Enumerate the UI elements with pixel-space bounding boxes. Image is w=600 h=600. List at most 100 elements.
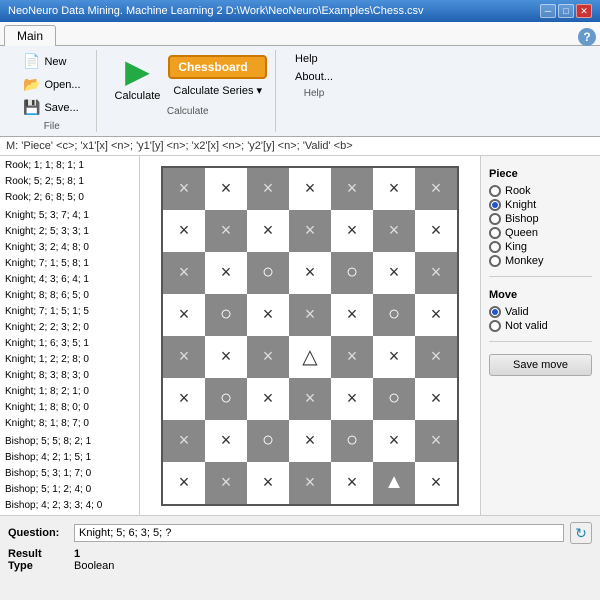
board-cell[interactable]: × <box>163 210 205 252</box>
piece-option-king[interactable]: King <box>489 240 592 254</box>
board-cell[interactable]: × <box>247 462 289 504</box>
board-cell[interactable]: × <box>205 168 247 210</box>
piece-option-bishop[interactable]: Bishop <box>489 212 592 226</box>
calculate-series-button[interactable]: Calculate Series ▾ <box>168 81 267 100</box>
chessboard-button[interactable]: Chessboard <box>168 55 267 79</box>
list-item[interactable]: Knight; 1; 2; 2; 8; 0 <box>2 352 137 368</box>
board-cell[interactable]: △ <box>289 336 331 378</box>
board-cell[interactable]: × <box>331 336 373 378</box>
board-cell[interactable]: ○ <box>247 420 289 462</box>
list-item[interactable]: Knight; 8; 3; 8; 3; 0 <box>2 368 137 384</box>
board-cell[interactable]: × <box>415 294 457 336</box>
question-input[interactable] <box>74 524 564 542</box>
piece-option-rook[interactable]: Rook <box>489 184 592 198</box>
list-item[interactable]: Knight; 8; 1; 8; 7; 0 <box>2 416 137 432</box>
board-cell[interactable]: ○ <box>331 252 373 294</box>
board-cell[interactable]: × <box>373 420 415 462</box>
list-item[interactable]: Bishop; 5; 3; 1; 7; 0 <box>2 466 137 482</box>
list-item[interactable]: Knight; 2; 2; 3; 2; 0 <box>2 320 137 336</box>
board-cell[interactable]: × <box>289 294 331 336</box>
list-item[interactable]: Bishop; 4; 2; 3; 3; 4; 0 <box>2 498 137 514</box>
help-icon[interactable]: ? <box>578 28 596 46</box>
piece-option-monkey[interactable]: Monkey <box>489 254 592 268</box>
board-cell[interactable]: × <box>415 336 457 378</box>
board-cell[interactable]: × <box>289 378 331 420</box>
board-cell[interactable]: × <box>415 462 457 504</box>
board-cell[interactable]: × <box>205 462 247 504</box>
board-cell[interactable]: × <box>415 168 457 210</box>
board-cell[interactable]: × <box>205 420 247 462</box>
maximize-button[interactable]: □ <box>558 4 574 18</box>
piece-option-knight[interactable]: Knight <box>489 198 592 212</box>
new-button[interactable]: 📄 New <box>16 50 88 73</box>
list-item[interactable]: Rook; 1; 1; 8; 1; 1 <box>2 158 137 174</box>
move-option-not_valid[interactable]: Not valid <box>489 319 592 333</box>
list-item[interactable]: Knight; 4; 3; 6; 4; 1 <box>2 272 137 288</box>
board-cell[interactable]: ○ <box>205 294 247 336</box>
board-cell[interactable]: ○ <box>373 294 415 336</box>
board-cell[interactable]: × <box>331 294 373 336</box>
board-cell[interactable]: × <box>415 210 457 252</box>
go-button[interactable]: ↻ <box>570 522 592 544</box>
board-cell[interactable]: × <box>247 210 289 252</box>
about-button[interactable]: About... <box>288 68 340 86</box>
board-cell[interactable]: ▲ <box>373 462 415 504</box>
save-button[interactable]: 💾 Save... <box>16 96 88 119</box>
help-button[interactable]: Help <box>288 50 340 68</box>
board-cell[interactable]: × <box>415 252 457 294</box>
list-item[interactable]: Knight; 7; 1; 5; 1; 5 <box>2 304 137 320</box>
board-cell[interactable]: ○ <box>247 252 289 294</box>
board-cell[interactable]: × <box>373 210 415 252</box>
board-cell[interactable]: × <box>331 462 373 504</box>
board-cell[interactable]: × <box>289 252 331 294</box>
piece-option-queen[interactable]: Queen <box>489 226 592 240</box>
board-cell[interactable]: ○ <box>373 378 415 420</box>
board-cell[interactable]: × <box>289 420 331 462</box>
list-item[interactable]: Bishop; 5; 5; 8; 2; 1 <box>2 434 137 450</box>
list-item[interactable]: Bishop; 5; 1; 2; 4; 0 <box>2 482 137 498</box>
open-button[interactable]: 📂 Open... <box>16 73 88 96</box>
tab-main[interactable]: Main <box>4 25 56 46</box>
minimize-button[interactable]: ─ <box>540 4 556 18</box>
save-move-button[interactable]: Save move <box>489 354 592 376</box>
list-item[interactable]: Knight; 1; 8; 2; 1; 0 <box>2 384 137 400</box>
board-cell[interactable]: × <box>373 252 415 294</box>
list-item[interactable]: Knight; 1; 8; 8; 0; 0 <box>2 400 137 416</box>
list-item[interactable]: Bishop; 5; 4; 7; 5; 0 <box>2 514 137 515</box>
calculate-button[interactable]: ▶ Calculate <box>109 50 167 104</box>
close-button[interactable]: ✕ <box>576 4 592 18</box>
list-item[interactable]: Knight; 5; 3; 7; 4; 1 <box>2 208 137 224</box>
list-item[interactable]: Knight; 7; 1; 5; 8; 1 <box>2 256 137 272</box>
board-cell[interactable]: × <box>163 420 205 462</box>
board-cell[interactable]: × <box>163 462 205 504</box>
board-cell[interactable]: × <box>205 336 247 378</box>
list-item[interactable]: Rook; 2; 6; 8; 5; 0 <box>2 190 137 206</box>
board-cell[interactable]: × <box>373 168 415 210</box>
list-item[interactable]: Knight; 2; 5; 3; 3; 1 <box>2 224 137 240</box>
board-cell[interactable]: × <box>163 378 205 420</box>
board-cell[interactable]: × <box>331 210 373 252</box>
board-cell[interactable]: × <box>289 210 331 252</box>
list-item[interactable]: Knight; 8; 8; 6; 5; 0 <box>2 288 137 304</box>
board-cell[interactable]: × <box>331 168 373 210</box>
board-cell[interactable]: × <box>163 252 205 294</box>
board-cell[interactable]: ○ <box>331 420 373 462</box>
board-cell[interactable]: × <box>415 378 457 420</box>
board-cell[interactable]: × <box>247 378 289 420</box>
board-cell[interactable]: × <box>373 336 415 378</box>
board-cell[interactable]: × <box>415 420 457 462</box>
move-option-valid[interactable]: Valid <box>489 305 592 319</box>
board-cell[interactable]: × <box>163 168 205 210</box>
list-item[interactable]: Rook; 5; 2; 5; 8; 1 <box>2 174 137 190</box>
board-cell[interactable]: × <box>163 294 205 336</box>
board-cell[interactable]: × <box>331 378 373 420</box>
data-list[interactable]: Rook; 1; 1; 8; 1; 1Rook; 5; 2; 5; 8; 1Ro… <box>0 156 140 515</box>
board-cell[interactable]: × <box>163 336 205 378</box>
board-cell[interactable]: × <box>247 294 289 336</box>
board-cell[interactable]: ○ <box>205 378 247 420</box>
list-item[interactable]: Knight; 3; 2; 4; 8; 0 <box>2 240 137 256</box>
list-item[interactable]: Knight; 1; 6; 3; 5; 1 <box>2 336 137 352</box>
board-cell[interactable]: × <box>247 336 289 378</box>
board-cell[interactable]: × <box>289 168 331 210</box>
board-cell[interactable]: × <box>205 210 247 252</box>
